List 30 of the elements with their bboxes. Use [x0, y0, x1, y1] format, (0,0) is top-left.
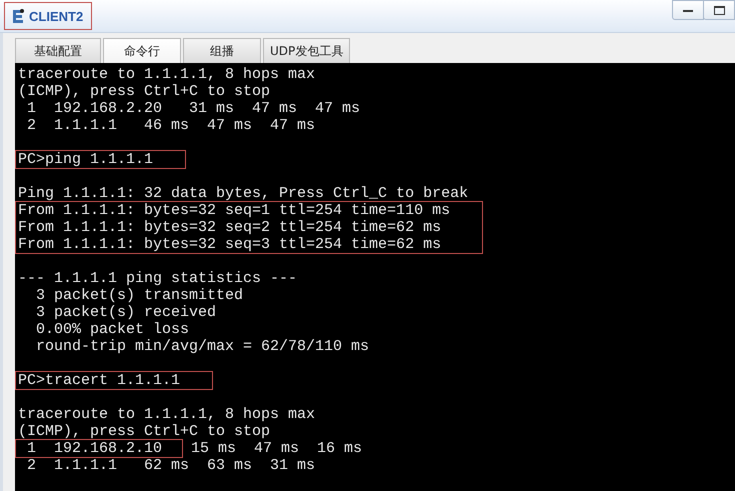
console-text: From 1.1.1.1: bytes=32 seq=3 ttl=254 time=62 ms [18, 236, 442, 253]
tab[interactable]: UDP发包工具 [263, 38, 350, 63]
console-text: 1 192.168.2.20 31 ms 47 ms 47 ms [26, 100, 360, 117]
window-title: CLIENT2 [29, 8, 84, 24]
console-text: traceroute to 1.1.1.1, 8 hops max [18, 66, 316, 83]
console-text: 3 packet(s) received [35, 304, 216, 321]
console-text: 15 ms 47 ms 16 ms [191, 440, 362, 457]
console-text: 2 1.1.1.1 46 ms 47 ms 47 ms [26, 117, 316, 134]
console-text: 1 192.168.2.10 [15, 439, 184, 458]
tab[interactable]: 基础配置 [15, 38, 101, 63]
console-text: PC>tracert 1.1.1.1 [18, 372, 180, 389]
console-text: --- 1.1.1.1 ping statistics --- [18, 270, 298, 287]
console-text: From 1.1.1.1: bytes=32 seq=1 ttl=254 time=110 ms [18, 202, 450, 219]
console-text: (ICMP), press Ctrl+C to stop [18, 83, 270, 100]
console-text: 2 1.1.1.1 62 ms 63 ms 31 ms [26, 457, 316, 474]
minimize-icon [683, 8, 693, 12]
maximize-button[interactable] [703, 0, 735, 20]
maximize-icon [714, 6, 724, 14]
console-text: round-trip min/avg/max = 62/78/110 ms [35, 338, 370, 355]
app-icon [11, 8, 25, 24]
console-text: (ICMP), press Ctrl+C to stop [18, 423, 270, 440]
console-text: Ping 1.1.1.1: 32 data bytes, Press Ctrl_C to break [18, 185, 468, 202]
console-text: traceroute to 1.1.1.1, 8 hops max [18, 406, 316, 423]
minimize-button[interactable] [672, 0, 704, 20]
tab[interactable]: 命令行 [103, 38, 181, 63]
console-text: 3 packet(s) transmitted [35, 287, 244, 304]
console-text: 0.00% packet loss [35, 321, 190, 338]
console-text: From 1.1.1.1: bytes=32 seq=2 ttl=254 time=62 ms [18, 219, 442, 236]
tab[interactable]: 组播 [183, 38, 261, 63]
console-text: PC>ping 1.1.1.1 [18, 151, 154, 168]
